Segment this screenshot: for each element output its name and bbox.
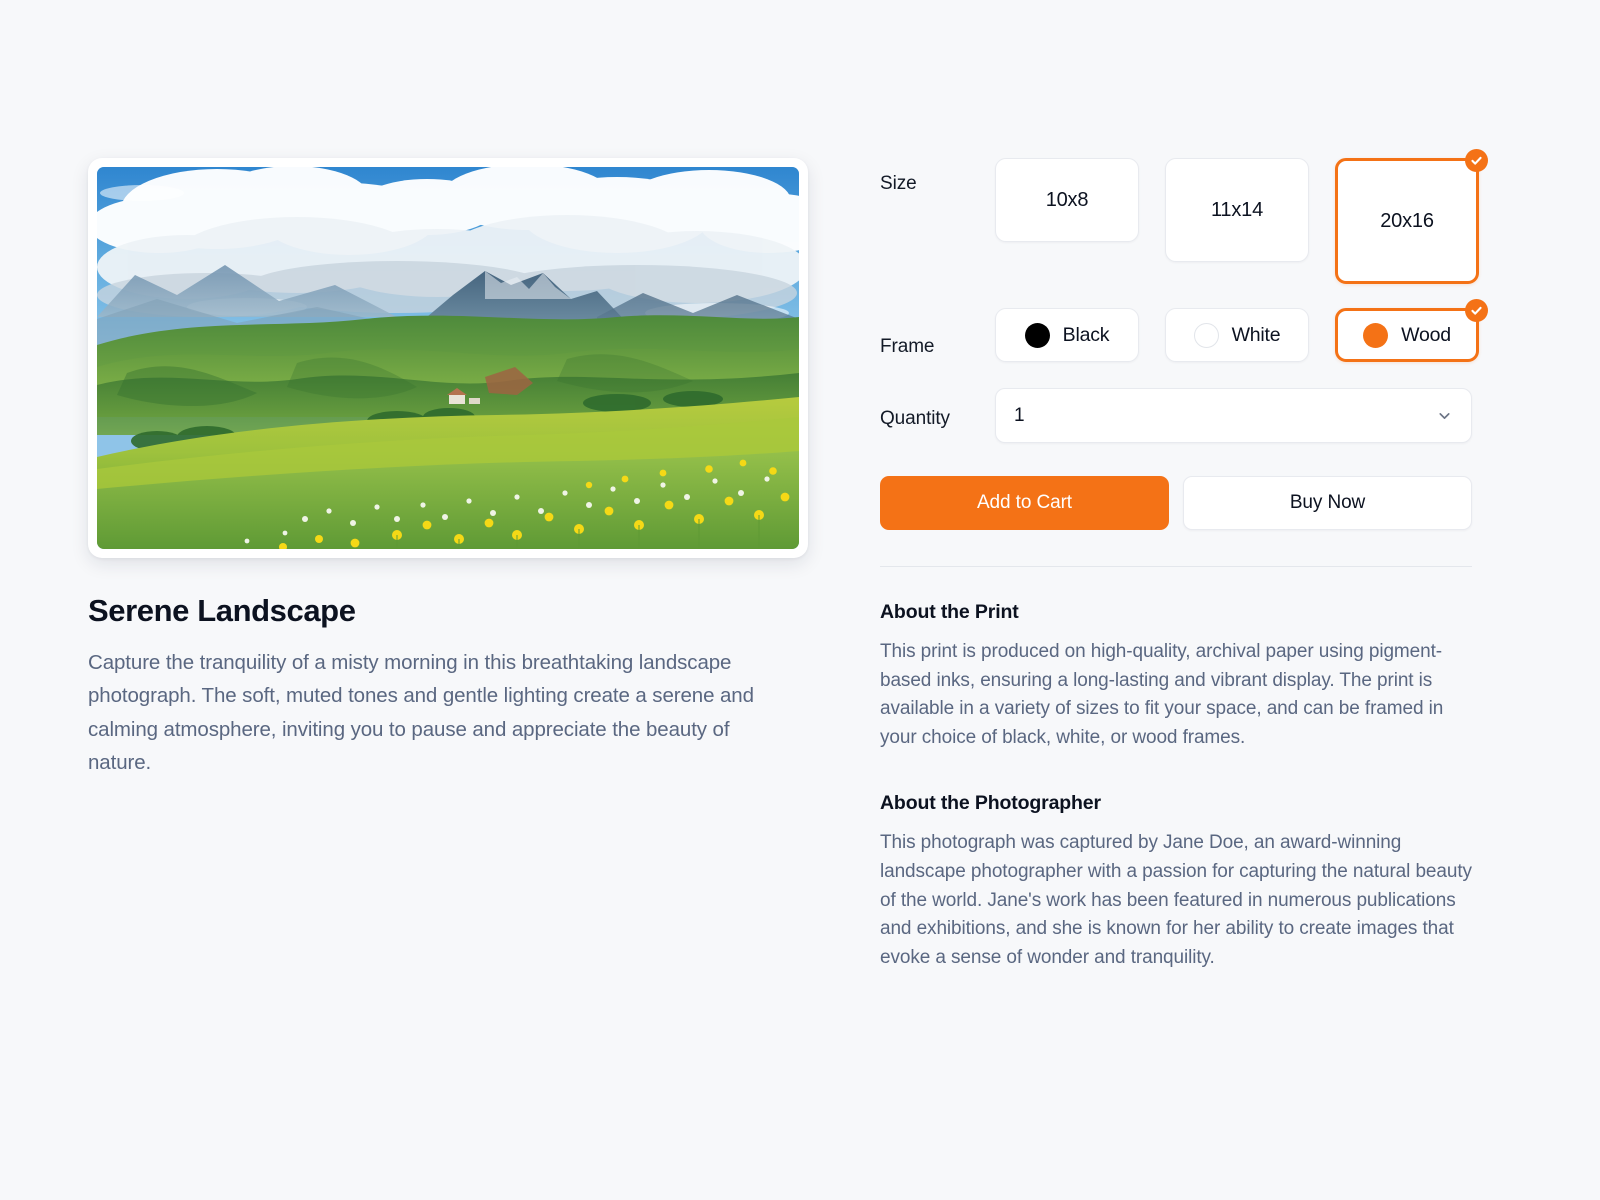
about-the-photographer-body: This photograph was captured by Jane Doe…: [880, 832, 1472, 968]
frame-choice-group: Black White Wood: [995, 299, 1488, 362]
quantity-label: Quantity: [880, 408, 950, 429]
check-icon: [1465, 149, 1488, 172]
frame-option-wood[interactable]: Wood: [1335, 299, 1488, 362]
product-description: Capture the tranquility of a misty morni…: [88, 650, 754, 775]
product-media-column: Serene Landscape Capture the tranquility…: [88, 158, 808, 780]
frame-option-white[interactable]: White: [1165, 308, 1309, 362]
landscape-photograph-illustration: [97, 167, 799, 549]
about-the-print-body: This print is produced on high-quality, …: [880, 641, 1444, 748]
product-options-column: Size 10x8 11x14 20x16 Frame Black White …: [880, 149, 1488, 972]
size-label: Size: [880, 173, 917, 194]
product-detail-page: Serene Landscape Capture the tranquility…: [0, 0, 1600, 1200]
about-the-print-title: About the Print: [880, 601, 1019, 623]
add-to-cart-button[interactable]: Add to Cart: [880, 476, 1169, 530]
buy-now-button[interactable]: Buy Now: [1183, 476, 1472, 530]
product-image-frame: [88, 158, 808, 558]
color-swatch-white-icon: [1193, 322, 1219, 348]
check-icon: [1465, 299, 1488, 322]
section-divider: [880, 566, 1472, 567]
quantity-select[interactable]: 1: [995, 388, 1472, 443]
about-the-photographer-title: About the Photographer: [880, 792, 1101, 815]
frame-option-row: Frame Black White Wood: [880, 299, 1488, 362]
quantity-value: 1: [1014, 404, 1025, 426]
frame-option-label: Wood: [1401, 323, 1451, 346]
page-title: Serene Landscape: [88, 593, 356, 628]
quantity-option-row: Quantity 1: [880, 388, 1472, 443]
size-option-11x14[interactable]: 11x14: [1165, 158, 1309, 262]
frame-option-label: White: [1231, 323, 1281, 346]
size-choice-group: 10x8 11x14 20x16: [995, 149, 1488, 284]
size-option-label: 11x14: [1210, 198, 1263, 221]
chevron-down-icon: [1436, 407, 1453, 424]
color-swatch-wood-icon: [1363, 322, 1389, 348]
size-option-row: Size 10x8 11x14 20x16: [880, 149, 1488, 284]
size-option-label: 10x8: [1045, 188, 1089, 211]
frame-option-label: Black: [1062, 323, 1110, 346]
about-the-print-section: About the Print This print is produced o…: [880, 601, 1472, 752]
frame-label: Frame: [880, 336, 935, 357]
frame-option-black[interactable]: Black: [995, 308, 1139, 362]
size-option-label: 20x16: [1380, 209, 1434, 232]
about-the-photographer-section: About the Photographer This photograph w…: [880, 792, 1472, 972]
size-option-10x8[interactable]: 10x8: [995, 158, 1139, 242]
product-image: [97, 167, 799, 549]
action-buttons: Add to Cart Buy Now: [880, 476, 1472, 530]
size-option-20x16[interactable]: 20x16: [1335, 149, 1488, 284]
color-swatch-black-icon: [1024, 322, 1050, 348]
